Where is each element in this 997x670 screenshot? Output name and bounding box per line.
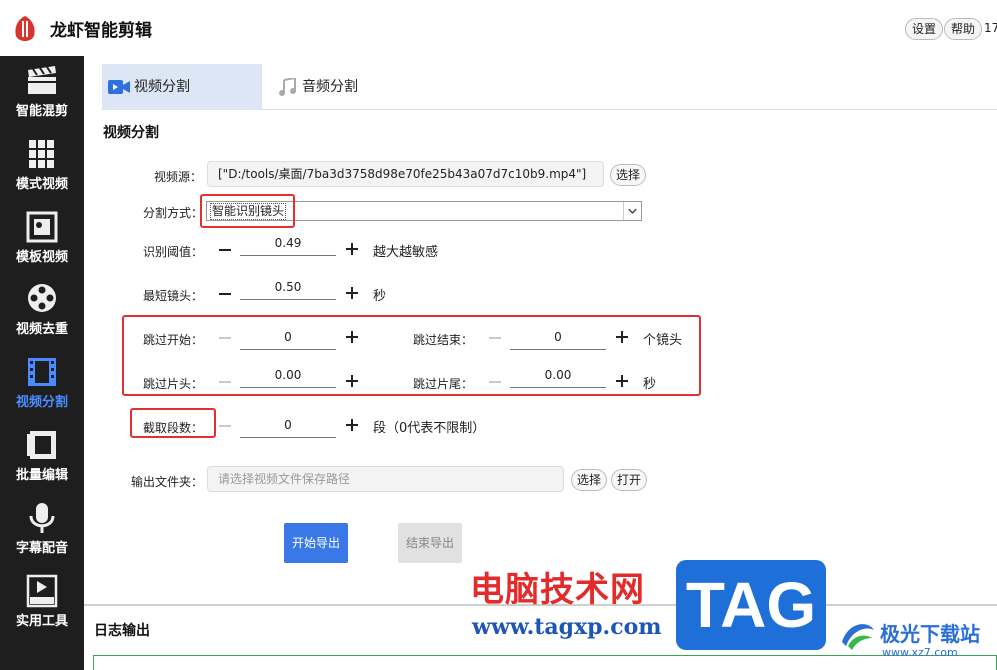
sidebar-item-label: 模板视频: [15, 250, 68, 265]
sidebar-item-template-video[interactable]: 模板视频: [0, 206, 84, 278]
min-shot-input[interactable]: 0.50: [240, 278, 336, 300]
music-note-icon: [279, 78, 296, 96]
highlight-segments: [130, 408, 216, 438]
help-button[interactable]: 帮助: [944, 18, 983, 40]
sidebar-item-smart-mix[interactable]: 智能混剪: [0, 60, 84, 132]
watermark-url: www.tagxp.com: [472, 614, 662, 640]
tab-label: 音频分割: [302, 79, 358, 95]
highlight-split-mode: [200, 194, 295, 228]
sidebar-item-dedupe[interactable]: 视频去重: [0, 278, 84, 350]
sidebar-item-mode-video[interactable]: 模式视频: [0, 133, 84, 205]
watermark-site-name: 电脑技术网: [470, 570, 645, 610]
sidebar-item-label: 智能混剪: [15, 104, 68, 119]
app-logo-icon: [15, 16, 35, 41]
chevron-down-icon: [623, 202, 637, 220]
threshold-input[interactable]: 0.49: [240, 234, 336, 256]
watermark-brand-url: www.xz7.com: [882, 646, 958, 659]
watermark-brand: 极光下载站: [880, 622, 980, 646]
sidebar-item-video-split[interactable]: 视频分割: [0, 351, 84, 423]
tab-audio-split[interactable]: 音频分割: [272, 64, 392, 110]
sidebar-item-label: 实用工具: [15, 614, 68, 629]
start-export-button[interactable]: 开始导出: [284, 523, 348, 563]
section-title: 视频分割: [103, 125, 159, 141]
min-shot-decrement-button[interactable]: [219, 293, 231, 295]
film-reel-icon: [28, 284, 56, 312]
segments-increment-button[interactable]: [346, 419, 358, 431]
source-select-button[interactable]: 选择: [610, 164, 647, 186]
threshold-increment-button[interactable]: [346, 243, 358, 255]
sidebar-item-label: 批量编辑: [15, 468, 68, 483]
stop-export-button[interactable]: 结束导出: [398, 523, 462, 563]
batch-film-icon: [27, 431, 56, 459]
header-extra-text: 17: [984, 21, 997, 35]
output-open-button[interactable]: 打开: [611, 469, 648, 491]
segments-hint: 段（0代表不限制）: [373, 421, 486, 436]
sidebar-item-label: 字幕配音: [15, 541, 68, 556]
tab-bar: 视频分割 音频分割: [102, 64, 997, 110]
min-shot-label: 最短镜头：: [143, 289, 204, 303]
sidebar-item-batch-edit[interactable]: 批量编辑: [0, 424, 84, 496]
filmstrip-icon: [28, 358, 56, 386]
sidebar: 智能混剪 模式视频 模板视频 视频去重 视频分割 批量编辑 字幕配音 实用工具: [0, 56, 84, 670]
output-select-button[interactable]: 选择: [571, 469, 608, 491]
threshold-label: 识别阈值：: [143, 245, 204, 259]
aurora-logo-icon: [842, 624, 874, 650]
threshold-hint: 越大越敏感: [373, 245, 439, 260]
threshold-decrement-button[interactable]: [219, 249, 231, 251]
settings-button[interactable]: 设置: [905, 18, 944, 40]
sidebar-item-subtitle-dub[interactable]: 字幕配音: [0, 497, 84, 569]
sidebar-item-label: 模式视频: [15, 177, 68, 192]
app-title: 龙虾智能剪辑: [50, 21, 152, 41]
source-input[interactable]: ["D:/tools/桌面/7ba3d3758d98e70fe25b43a07d…: [207, 161, 604, 187]
segments-input[interactable]: 0: [240, 416, 336, 438]
sidebar-item-label: 视频去重: [15, 322, 68, 337]
title-bar: 龙虾智能剪辑 设置 帮助 17: [0, 0, 997, 56]
tab-video-split[interactable]: 视频分割: [102, 64, 262, 110]
microphone-icon: [29, 503, 55, 533]
books-icon: [29, 140, 54, 168]
film-frame-icon: [26, 211, 58, 243]
min-shot-increment-button[interactable]: [346, 287, 358, 299]
output-folder-label: 输出文件夹：: [131, 475, 204, 489]
log-output-area[interactable]: [93, 655, 997, 670]
watermark-tag-logo: TAG: [676, 560, 826, 650]
log-title: 日志输出: [94, 623, 150, 639]
sidebar-item-label: 视频分割: [15, 395, 68, 410]
logo-tool-icon: [26, 574, 58, 608]
split-mode-label: 分割方式：: [143, 206, 204, 220]
segments-decrement-button[interactable]: [219, 425, 231, 427]
min-shot-unit: 秒: [373, 289, 387, 304]
source-label: 视频源：: [154, 170, 203, 184]
tab-label: 视频分割: [134, 79, 190, 95]
output-folder-input[interactable]: 请选择视频文件保存路径: [207, 466, 564, 492]
sidebar-item-utilities[interactable]: 实用工具: [0, 570, 84, 642]
video-camera-icon: [108, 80, 130, 94]
highlight-skip-settings: [122, 315, 701, 396]
clapperboard-icon: [28, 66, 56, 94]
